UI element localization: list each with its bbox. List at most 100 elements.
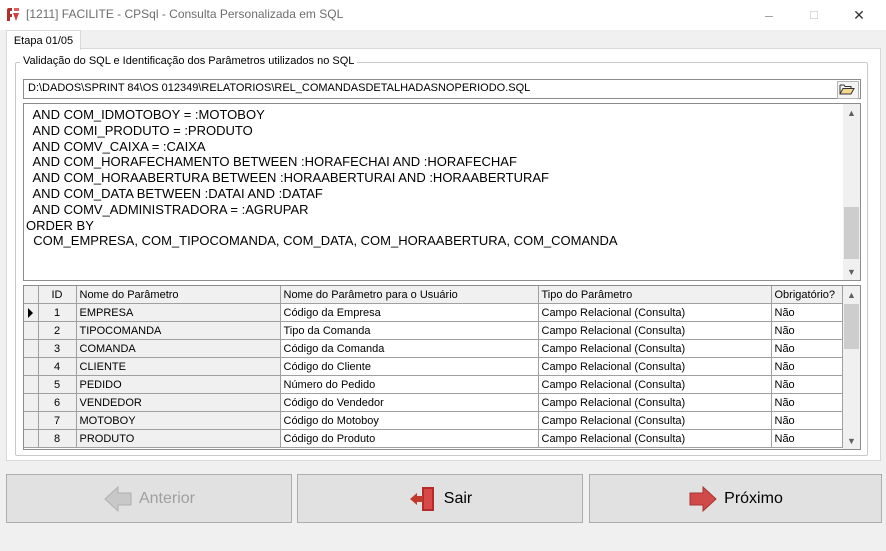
tab-etapa-01[interactable]: Etapa 01/05 bbox=[6, 30, 81, 50]
sql-validation-group: Validação do SQL e Identificação dos Par… bbox=[15, 55, 868, 456]
cell-obrigatorio[interactable]: Não bbox=[771, 339, 843, 358]
cell-tipo[interactable]: Campo Relacional (Consulta) bbox=[538, 393, 772, 412]
row-indicator[interactable] bbox=[24, 339, 39, 358]
table-row[interactable]: 7 MOTOBOY Código do Motoboy Campo Relaciona… bbox=[24, 411, 843, 430]
sair-label: Sair bbox=[443, 489, 473, 507]
scroll-down-icon[interactable]: ▼ bbox=[843, 263, 860, 280]
scroll-down-icon[interactable]: ▼ bbox=[843, 432, 860, 449]
header-row: ID Nome do Parâmetro Nome do Parâmetro p… bbox=[24, 286, 843, 304]
cell-obrigatorio[interactable]: Não bbox=[771, 429, 843, 448]
scroll-up-icon[interactable]: ▲ bbox=[843, 104, 860, 121]
table-row[interactable]: 4 CLIENTE Código do Cliente Campo Relaciona… bbox=[24, 357, 843, 376]
arrow-left-icon bbox=[104, 485, 132, 512]
cell-id[interactable]: 5 bbox=[38, 375, 77, 394]
table-row[interactable]: 2 TIPOCOMANDA Tipo da Comanda Campo Relacio… bbox=[24, 321, 843, 340]
file-path-text: D:\DADOS\SPRINT 84\OS 012349\RELATORIOS\… bbox=[28, 82, 531, 94]
column-header-tipo[interactable]: Tipo do Parâmetro bbox=[538, 286, 772, 304]
minimize-button[interactable]: – bbox=[746, 0, 792, 30]
cell-tipo[interactable]: Campo Relacional (Consulta) bbox=[538, 411, 772, 430]
minimize-icon: – bbox=[765, 7, 773, 23]
window-title: [1211] FACILITE - CPSql - Consulta Perso… bbox=[26, 7, 344, 21]
open-file-button[interactable] bbox=[837, 81, 859, 99]
cell-obrigatorio[interactable]: Não bbox=[771, 303, 843, 322]
cell-obrigatorio[interactable]: Não bbox=[771, 411, 843, 430]
parameters-grid[interactable]: ID Nome do Parâmetro Nome do Parâmetro p… bbox=[23, 285, 861, 450]
cell-usuario[interactable]: Tipo da Comanda bbox=[280, 321, 539, 340]
current-row-icon bbox=[28, 307, 34, 318]
column-header-id[interactable]: ID bbox=[38, 286, 77, 304]
cell-id[interactable]: 3 bbox=[38, 339, 77, 358]
proximo-label: Próximo bbox=[724, 489, 783, 507]
sql-line: COM_EMPRESA, COM_TIPOCOMANDA, COM_DATA, … bbox=[26, 233, 618, 249]
cell-obrigatorio[interactable]: Não bbox=[771, 357, 843, 376]
cell-id[interactable]: 7 bbox=[38, 411, 77, 430]
maximize-button[interactable]: ☐ bbox=[791, 0, 837, 30]
folder-open-icon bbox=[839, 84, 855, 95]
table-row[interactable]: 8 PRODUTO Código do Produto Campo Relaciona… bbox=[24, 429, 843, 448]
table-row[interactable]: 5 PEDIDO Número do Pedido Campo Relacional … bbox=[24, 375, 843, 394]
cell-nome[interactable]: TIPOCOMANDA bbox=[76, 321, 281, 340]
cell-usuario[interactable]: Código da Empresa bbox=[280, 303, 539, 322]
cell-nome[interactable]: CLIENTE bbox=[76, 357, 281, 376]
cell-obrigatorio[interactable]: Não bbox=[771, 375, 843, 394]
row-indicator[interactable] bbox=[24, 357, 39, 376]
sql-text: AND COM_IDMOTOBOY = :MOTOBOY AND COMI_PR… bbox=[26, 107, 618, 249]
cell-nome[interactable]: EMPRESA bbox=[76, 303, 281, 322]
row-indicator[interactable] bbox=[24, 411, 39, 430]
cell-nome[interactable]: PEDIDO bbox=[76, 375, 281, 394]
row-indicator[interactable] bbox=[24, 321, 39, 340]
grid-scrollbar[interactable]: ▲ ▼ bbox=[843, 286, 860, 449]
close-icon: ✕ bbox=[853, 6, 865, 23]
row-indicator[interactable] bbox=[24, 393, 39, 412]
row-indicator[interactable] bbox=[24, 375, 39, 394]
sql-editor[interactable]: AND COM_IDMOTOBOY = :MOTOBOY AND COMI_PR… bbox=[23, 103, 861, 281]
proximo-button[interactable]: Próximo bbox=[589, 474, 882, 523]
column-header-obrigatorio[interactable]: Obrigatório? bbox=[771, 286, 843, 304]
cell-nome[interactable]: PRODUTO bbox=[76, 429, 281, 448]
row-indicator[interactable] bbox=[24, 303, 39, 322]
scroll-thumb[interactable] bbox=[844, 207, 859, 259]
file-path-field[interactable]: D:\DADOS\SPRINT 84\OS 012349\RELATORIOS\… bbox=[23, 79, 861, 99]
anterior-button[interactable]: Anterior bbox=[6, 474, 292, 523]
row-indicator[interactable] bbox=[24, 429, 39, 448]
sql-line: AND COM_IDMOTOBOY = :MOTOBOY bbox=[26, 107, 265, 122]
cell-id[interactable]: 6 bbox=[38, 393, 77, 412]
cell-usuario[interactable]: Código do Produto bbox=[280, 429, 539, 448]
cell-usuario[interactable]: Código do Cliente bbox=[280, 357, 539, 376]
exit-door-icon bbox=[409, 486, 434, 511]
cell-id[interactable]: 8 bbox=[38, 429, 77, 448]
cell-usuario[interactable]: Código do Motoboy bbox=[280, 411, 539, 430]
tab-panel: Validação do SQL e Identificação dos Par… bbox=[6, 48, 881, 461]
cell-usuario[interactable]: Código do Vendedor bbox=[280, 393, 539, 412]
column-header-nome[interactable]: Nome do Parâmetro bbox=[76, 286, 281, 304]
scroll-up-icon[interactable]: ▲ bbox=[843, 286, 860, 303]
cell-tipo[interactable]: Campo Relacional (Consulta) bbox=[538, 429, 772, 448]
sql-scrollbar[interactable]: ▲ ▼ bbox=[843, 104, 860, 280]
cell-obrigatorio[interactable]: Não bbox=[771, 321, 843, 340]
cell-id[interactable]: 2 bbox=[38, 321, 77, 340]
column-header-usuario[interactable]: Nome do Parâmetro para o Usuário bbox=[280, 286, 539, 304]
cell-usuario[interactable]: Número do Pedido bbox=[280, 375, 539, 394]
cell-id[interactable]: 1 bbox=[38, 303, 77, 322]
cell-tipo[interactable]: Campo Relacional (Consulta) bbox=[538, 339, 772, 358]
cell-tipo[interactable]: Campo Relacional (Consulta) bbox=[538, 303, 772, 322]
sql-line: ORDER BY bbox=[26, 217, 94, 233]
close-button[interactable]: ✕ bbox=[836, 0, 882, 30]
sql-line: AND COMV_ADMINISTRADORA = :AGRUPAR bbox=[26, 201, 309, 217]
cell-nome[interactable]: COMANDA bbox=[76, 339, 281, 358]
cell-nome[interactable]: VENDEDOR bbox=[76, 393, 281, 412]
sql-line: AND COM_HORAFECHAMENTO BETWEEN :HORAFECH… bbox=[26, 154, 517, 170]
cell-tipo[interactable]: Campo Relacional (Consulta) bbox=[538, 357, 772, 376]
cell-id[interactable]: 4 bbox=[38, 357, 77, 376]
cell-tipo[interactable]: Campo Relacional (Consulta) bbox=[538, 321, 772, 340]
scroll-thumb[interactable] bbox=[844, 304, 859, 349]
sair-button[interactable]: Sair bbox=[297, 474, 583, 523]
maximize-icon: ☐ bbox=[809, 9, 819, 22]
table-row[interactable]: 1 EMPRESA Código da Empresa Campo Relaciona… bbox=[24, 303, 843, 322]
cell-nome[interactable]: MOTOBOY bbox=[76, 411, 281, 430]
cell-obrigatorio[interactable]: Não bbox=[771, 393, 843, 412]
table-row[interactable]: 3 COMANDA Código da Comanda Campo Relaciona… bbox=[24, 339, 843, 358]
cell-tipo[interactable]: Campo Relacional (Consulta) bbox=[538, 375, 772, 394]
table-row[interactable]: 6 VENDEDOR Código do Vendedor Campo Relacio… bbox=[24, 393, 843, 412]
cell-usuario[interactable]: Código da Comanda bbox=[280, 339, 539, 358]
